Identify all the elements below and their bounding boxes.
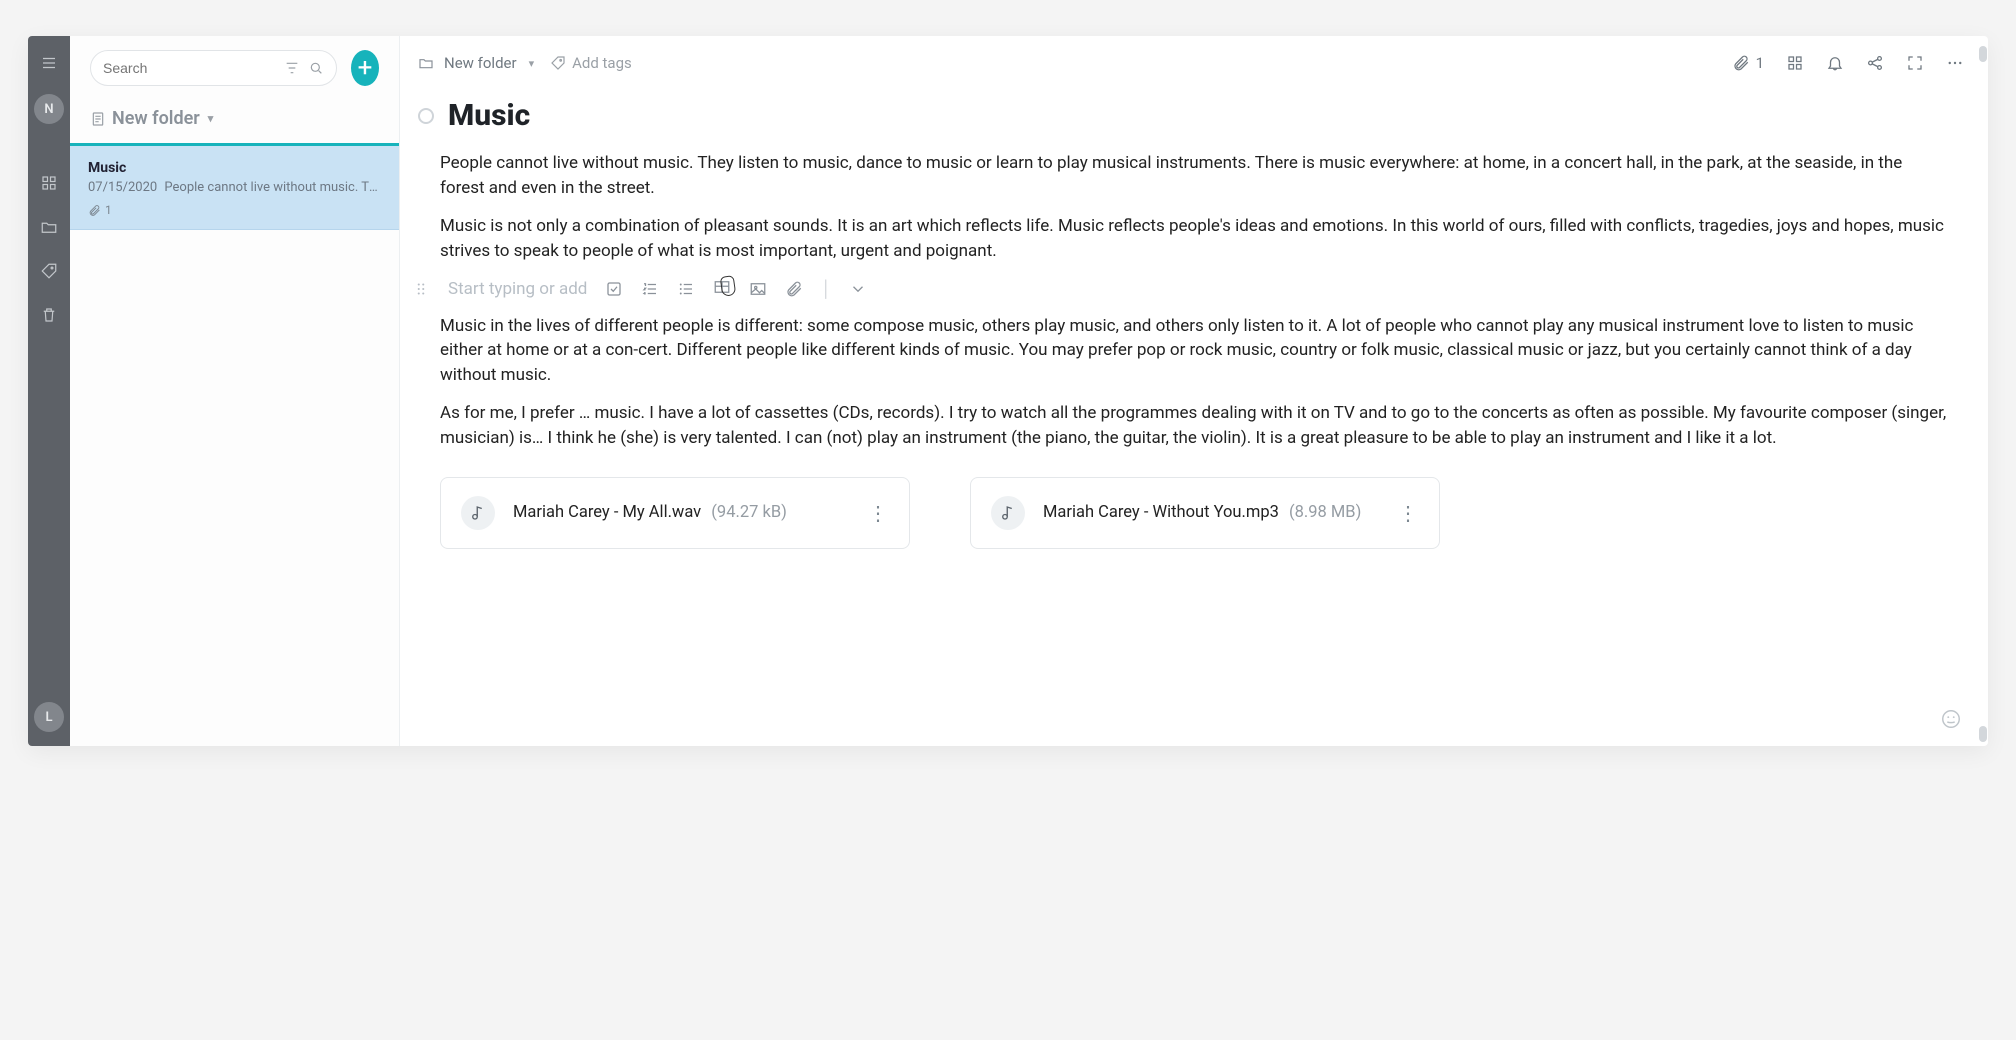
attachments-counter[interactable]: 1 <box>1732 54 1764 72</box>
insert-toolbar: Start typing or add │ <box>412 278 1948 300</box>
checkbox-icon[interactable] <box>605 280 623 298</box>
paperclip-icon <box>1732 54 1750 72</box>
bell-icon[interactable] <box>1826 54 1844 72</box>
user-avatar[interactable]: L <box>34 702 64 732</box>
paperclip-icon <box>88 204 101 217</box>
note-list-panel: + New folder ▾ Music 07/15/2020 People c… <box>70 36 400 746</box>
paragraph[interactable]: Music in the lives of different people i… <box>440 314 1948 388</box>
editor-panel: New folder ▾ Add tags 1 <box>400 36 1988 746</box>
paragraph[interactable]: As for me, I prefer … music. I have a lo… <box>440 401 1948 450</box>
doc-title[interactable]: Music <box>448 98 530 133</box>
chevron-down-icon: ▾ <box>529 57 535 70</box>
trash-icon[interactable] <box>36 302 62 328</box>
apps-icon[interactable] <box>36 170 62 196</box>
grid-view-icon[interactable] <box>1786 54 1804 72</box>
filter-icon[interactable] <box>284 60 300 76</box>
folder-heading[interactable]: New folder ▾ <box>70 96 399 146</box>
editor-body[interactable]: Music People cannot live without music. … <box>400 90 1988 746</box>
new-note-button[interactable]: + <box>351 50 379 86</box>
attachment-filename: Mariah Carey - My All.wav (94.27 kB) <box>513 503 787 522</box>
insert-placeholder-text[interactable]: Start typing or add <box>448 279 587 299</box>
ordered-list-icon[interactable] <box>641 280 659 298</box>
paragraph[interactable]: Music is not only a combination of pleas… <box>440 214 1948 263</box>
share-icon[interactable] <box>1866 54 1884 72</box>
search-input[interactable] <box>103 60 284 76</box>
more-icon[interactable] <box>1946 54 1964 72</box>
breadcrumb-folder: New folder <box>444 54 517 72</box>
vertical-scrollbar[interactable] <box>1978 36 1988 746</box>
emoji-picker-icon[interactable] <box>1940 708 1964 732</box>
attachment-card[interactable]: Mariah Carey - My All.wav (94.27 kB) ⋮ <box>440 477 910 549</box>
add-tags-button[interactable]: Add tags <box>550 54 632 72</box>
drag-handle-icon[interactable] <box>412 280 430 298</box>
note-icon <box>90 111 106 127</box>
expand-icon[interactable] <box>1906 54 1924 72</box>
list-header: + <box>70 36 399 96</box>
music-note-icon <box>461 496 495 530</box>
tag-outline-icon <box>550 55 566 71</box>
note-list-item[interactable]: Music 07/15/2020 People cannot live with… <box>70 146 399 230</box>
chevron-down-icon[interactable] <box>849 280 867 298</box>
note-item-title: Music <box>88 160 381 176</box>
attachment-more-icon[interactable]: ⋮ <box>1398 501 1419 525</box>
attachment-filename: Mariah Carey - Without You.mp3 (8.98 MB) <box>1043 503 1361 522</box>
tag-icon[interactable] <box>36 258 62 284</box>
search-icon[interactable] <box>308 60 324 76</box>
folder-icon[interactable] <box>36 214 62 240</box>
paragraph[interactable]: People cannot live without music. They l… <box>440 151 1948 200</box>
search-box[interactable] <box>90 50 337 86</box>
bulleted-list-icon[interactable] <box>677 280 695 298</box>
image-icon[interactable] <box>749 280 767 298</box>
attachments-row: Mariah Carey - My All.wav (94.27 kB) ⋮ M… <box>440 477 1948 549</box>
editor-actions: 1 <box>1732 54 1964 72</box>
app-window: N L + New folder ▾ <box>28 36 1988 746</box>
editor-toolbar: New folder ▾ Add tags 1 <box>400 36 1988 90</box>
table-icon[interactable] <box>713 278 731 300</box>
note-item-meta: 07/15/2020 People cannot live without mu… <box>88 180 381 195</box>
attachment-card[interactable]: Mariah Carey - Without You.mp3 (8.98 MB)… <box>970 477 1440 549</box>
breadcrumb[interactable]: New folder ▾ <box>418 54 534 72</box>
nav-rail: N L <box>28 36 70 746</box>
attachment-icon[interactable] <box>785 280 803 298</box>
music-note-icon <box>991 496 1025 530</box>
chevron-down-icon: ▾ <box>208 112 214 125</box>
note-item-attach-count: 1 <box>88 203 381 217</box>
collapse-bullet-icon[interactable] <box>418 108 434 124</box>
folder-name: New folder <box>112 108 200 129</box>
workspace-avatar[interactable]: N <box>34 94 64 124</box>
folder-outline-icon <box>418 55 434 71</box>
hamburger-icon[interactable] <box>36 50 62 76</box>
attachment-more-icon[interactable]: ⋮ <box>868 501 889 525</box>
